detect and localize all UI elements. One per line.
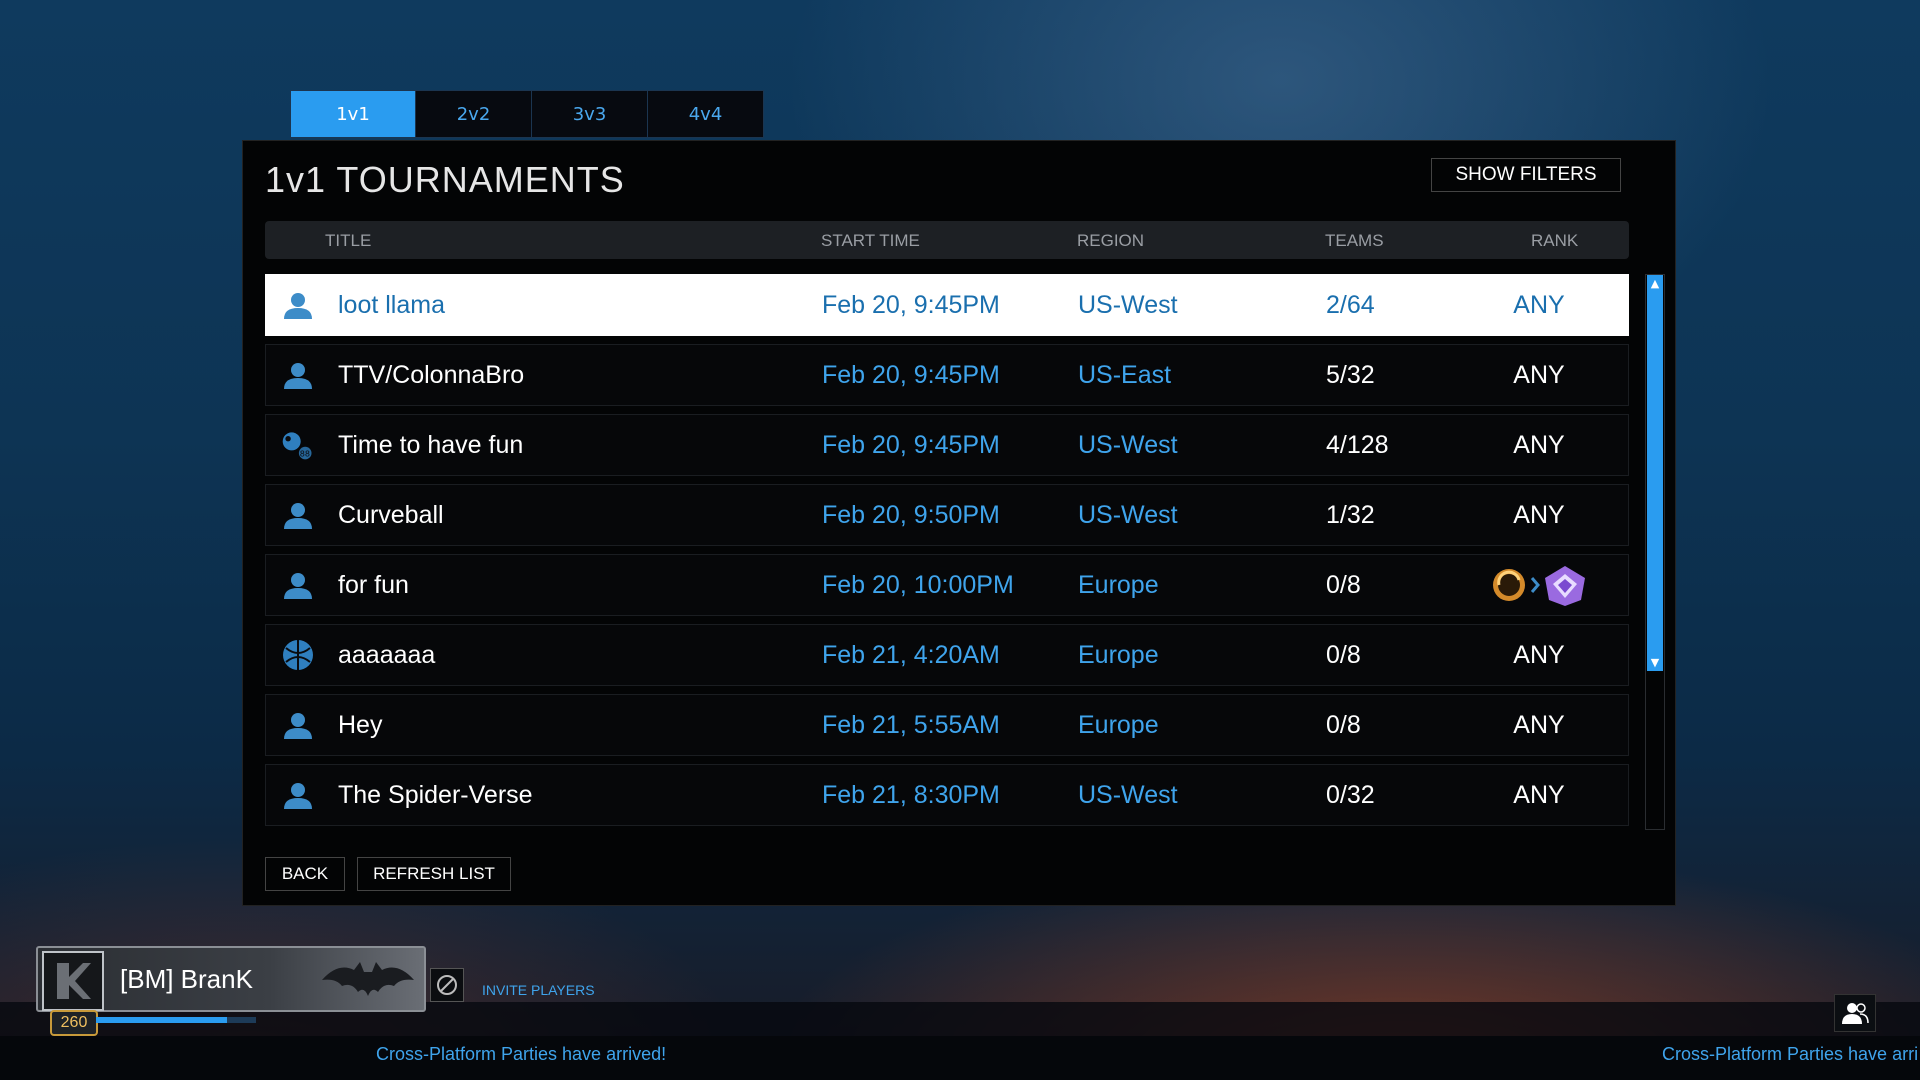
table-row[interactable]: Curveball Feb 20, 9:50PM US-West 1/32 AN… (265, 484, 1629, 546)
page-title: 1v1 TOURNAMENTS (265, 159, 625, 200)
row-title: The Spider-Verse (338, 780, 533, 809)
row-region: US-West (1078, 430, 1178, 459)
row-start-time: Feb 21, 4:20AM (822, 640, 1000, 669)
row-rank: ANY (1513, 430, 1565, 459)
column-header-region: REGION (1077, 231, 1145, 250)
player-level-badge: 260 (50, 1010, 98, 1036)
chevron-up-icon[interactable]: ▲ (1647, 276, 1663, 290)
table-row[interactable]: 88 Time to have fun Feb 20, 9:45PM US-We… (265, 414, 1629, 476)
tab-2v2[interactable]: 2v2 (416, 91, 532, 137)
svg-text:88: 88 (300, 449, 310, 459)
gold-rank-icon (1493, 569, 1525, 601)
table-row[interactable]: The Spider-Verse Feb 21, 8:30PM US-West … (265, 764, 1629, 826)
club-icon: 88 (280, 415, 316, 475)
table-row[interactable]: for fun Feb 20, 10:00PM Europe 0/8 (265, 554, 1629, 616)
ticker-message: Cross-Platform Parties have arrived! (376, 1044, 667, 1064)
person-icon (280, 485, 316, 545)
table-header: TITLE START TIME REGION TEAMS RANK (265, 221, 1629, 259)
row-rank: ANY (1513, 360, 1565, 389)
column-header-title: TITLE (325, 231, 372, 250)
row-region: US-West (1078, 500, 1178, 529)
row-title: TTV/ColonnaBro (338, 360, 525, 389)
refresh-list-button[interactable]: REFRESH LIST (357, 857, 511, 891)
person-icon (280, 765, 316, 825)
row-teams: 0/8 (1326, 570, 1361, 599)
row-rank: ANY (1513, 500, 1565, 529)
chevron-down-icon[interactable]: ▼ (1647, 655, 1663, 669)
news-ticker: Cross-Platform Parties have arrived! Cro… (0, 1036, 1920, 1080)
column-header-start-time: START TIME (821, 231, 920, 250)
blocked-icon[interactable] (430, 968, 464, 1002)
player-name: [BM] BranK (120, 964, 253, 994)
row-teams: 0/8 (1326, 710, 1361, 739)
person-icon (280, 555, 316, 615)
row-rank: ANY (1513, 640, 1565, 669)
table-row[interactable]: aaaaaaa Feb 21, 4:20AM Europe 0/8 ANY (265, 624, 1629, 686)
table-row[interactable]: TTV/ColonnaBro Feb 20, 9:45PM US-East 5/… (265, 344, 1629, 406)
row-teams: 1/32 (1326, 500, 1375, 529)
person-icon (280, 275, 316, 335)
person-icon (280, 345, 316, 405)
row-teams: 5/32 (1326, 360, 1375, 389)
row-teams: 0/32 (1326, 780, 1375, 809)
grand-champion-rank-icon (1545, 566, 1585, 606)
scrollbar-thumb[interactable] (1647, 275, 1663, 671)
row-rank-range (1484, 555, 1594, 615)
table-row[interactable]: Hey Feb 21, 5:55AM Europe 0/8 ANY (265, 694, 1629, 756)
row-region: US-West (1078, 780, 1178, 809)
chevron-right-icon (1530, 577, 1540, 593)
player-banner[interactable]: [BM] BranK (36, 946, 426, 1012)
row-teams: 0/8 (1326, 640, 1361, 669)
row-start-time: Feb 20, 9:45PM (822, 430, 1000, 459)
row-title: for fun (338, 570, 409, 599)
row-start-time: Feb 20, 10:00PM (822, 570, 1014, 599)
row-start-time: Feb 20, 9:45PM (822, 360, 1000, 389)
row-title: aaaaaaa (338, 640, 436, 669)
mode-tabs: 1v1 2v2 3v3 4v4 (290, 90, 764, 138)
column-header-teams: TEAMS (1325, 231, 1384, 250)
tab-4v4[interactable]: 4v4 (648, 91, 763, 137)
row-region: Europe (1078, 710, 1159, 739)
column-header-rank: RANK (1531, 231, 1579, 250)
row-title: Time to have fun (338, 430, 524, 459)
ticker-message: Cross-Platform Parties have arri (1662, 1044, 1919, 1064)
tab-1v1[interactable]: 1v1 (291, 91, 416, 137)
back-button[interactable]: BACK (265, 857, 345, 891)
tournaments-panel: 1v1 TOURNAMENTS SHOW FILTERS TITLE START… (242, 140, 1676, 906)
row-rank: ANY (1513, 290, 1565, 319)
xp-progress-fill (96, 1017, 228, 1023)
invite-players-button[interactable]: INVITE PLAYERS (482, 982, 595, 998)
person-icon (280, 695, 316, 755)
row-start-time: Feb 21, 8:30PM (822, 780, 1000, 809)
row-title: loot llama (338, 290, 445, 319)
list-scrollbar[interactable]: ▲ ▼ (1645, 274, 1665, 830)
xp-progress-bar (96, 1017, 256, 1023)
row-teams: 2/64 (1326, 290, 1375, 319)
row-rank: ANY (1513, 780, 1565, 809)
tab-3v3[interactable]: 3v3 (532, 91, 648, 137)
row-region: Europe (1078, 640, 1159, 669)
row-title: Hey (338, 710, 383, 739)
row-region: US-East (1078, 360, 1172, 389)
friends-icon[interactable] (1834, 994, 1876, 1032)
tournament-list: loot llama Feb 20, 9:45PM US-West 2/64 A… (265, 274, 1629, 834)
row-start-time: Feb 20, 9:50PM (822, 500, 1000, 529)
show-filters-button[interactable]: SHOW FILTERS (1431, 158, 1621, 192)
row-start-time: Feb 20, 9:45PM (822, 290, 1000, 319)
row-title: Curveball (338, 500, 444, 529)
row-region: US-West (1078, 290, 1178, 319)
row-teams: 4/128 (1326, 430, 1389, 459)
row-rank: ANY (1513, 710, 1565, 739)
ball-icon (280, 625, 316, 685)
avatar (42, 951, 104, 1011)
row-start-time: Feb 21, 5:55AM (822, 710, 1000, 739)
table-row[interactable]: loot llama Feb 20, 9:45PM US-West 2/64 A… (265, 274, 1629, 336)
row-region: Europe (1078, 570, 1159, 599)
bat-emblem-icon (322, 962, 414, 996)
